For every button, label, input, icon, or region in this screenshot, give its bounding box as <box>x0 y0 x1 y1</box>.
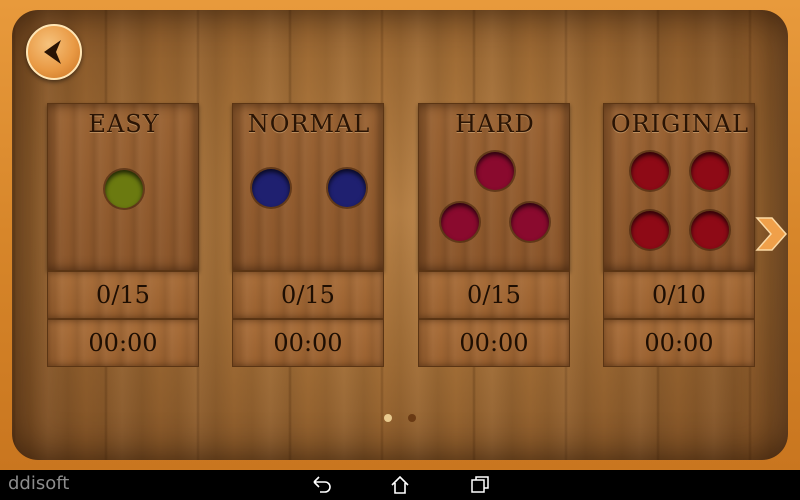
level-time: 00:00 <box>418 319 570 367</box>
page-indicator-dot <box>408 414 416 422</box>
level-time: 00:00 <box>232 319 384 367</box>
nav-recents-icon[interactable] <box>470 476 490 494</box>
level-card-hard[interactable]: HARD 0/15 00:00 <box>418 103 570 367</box>
level-card-header: NORMAL <box>232 103 384 271</box>
peg-hole <box>328 169 366 207</box>
level-score: 0/10 <box>603 271 755 319</box>
level-score: 0/15 <box>418 271 570 319</box>
peg-hole <box>691 211 729 249</box>
level-card-header: HARD <box>418 103 570 271</box>
level-time: 00:00 <box>47 319 199 367</box>
peg-hole <box>476 152 514 190</box>
level-card-header: EASY <box>47 103 199 271</box>
peg-hole <box>511 203 549 241</box>
level-score: 0/15 <box>47 271 199 319</box>
next-page-button[interactable] <box>754 216 788 252</box>
peg-hole <box>441 203 479 241</box>
back-button[interactable] <box>26 24 82 80</box>
level-card-normal[interactable]: NORMAL 0/15 00:00 <box>232 103 384 367</box>
level-title: EASY <box>88 110 160 138</box>
peg-hole <box>631 211 669 249</box>
level-title: ORIGINAL <box>610 110 750 138</box>
chevron-right-icon <box>755 217 787 251</box>
level-card-easy[interactable]: EASY 0/15 00:00 <box>47 103 199 367</box>
peg-hole <box>252 169 290 207</box>
level-card-original[interactable]: ORIGINAL 0/10 00:00 <box>603 103 755 367</box>
level-score: 0/15 <box>232 271 384 319</box>
level-time: 00:00 <box>603 319 755 367</box>
level-title: NORMAL <box>247 110 371 138</box>
peg-hole <box>691 152 729 190</box>
page-indicator-dot <box>384 414 392 422</box>
peg-hole <box>631 152 669 190</box>
level-title: HARD <box>455 110 535 138</box>
level-card-header: ORIGINAL <box>603 103 755 271</box>
watermark-text: ddisoft <box>8 473 70 494</box>
nav-home-icon[interactable] <box>390 476 410 494</box>
peg-hole <box>105 170 143 208</box>
nav-back-icon[interactable] <box>310 476 332 494</box>
back-arrow-icon <box>44 40 61 64</box>
